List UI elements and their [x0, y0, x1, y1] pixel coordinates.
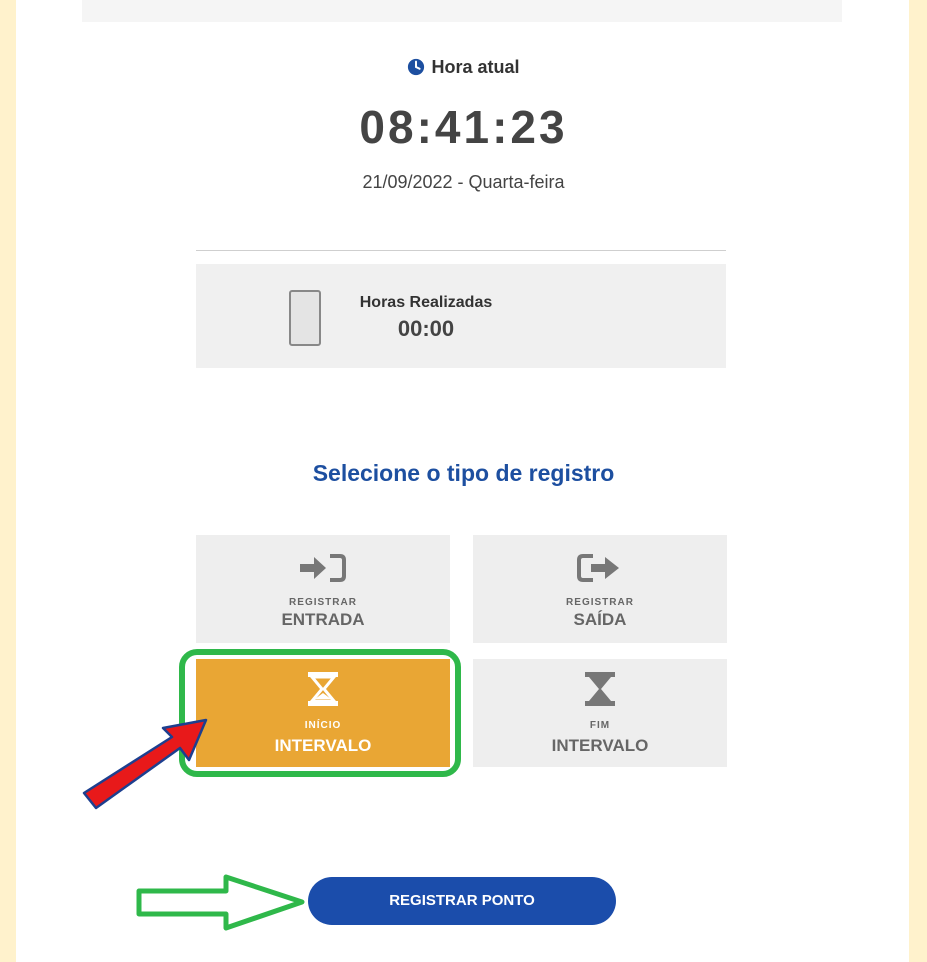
annotation-arrows [82, 718, 305, 931]
green-arrow-icon [136, 874, 305, 931]
red-arrow-icon [82, 718, 208, 810]
